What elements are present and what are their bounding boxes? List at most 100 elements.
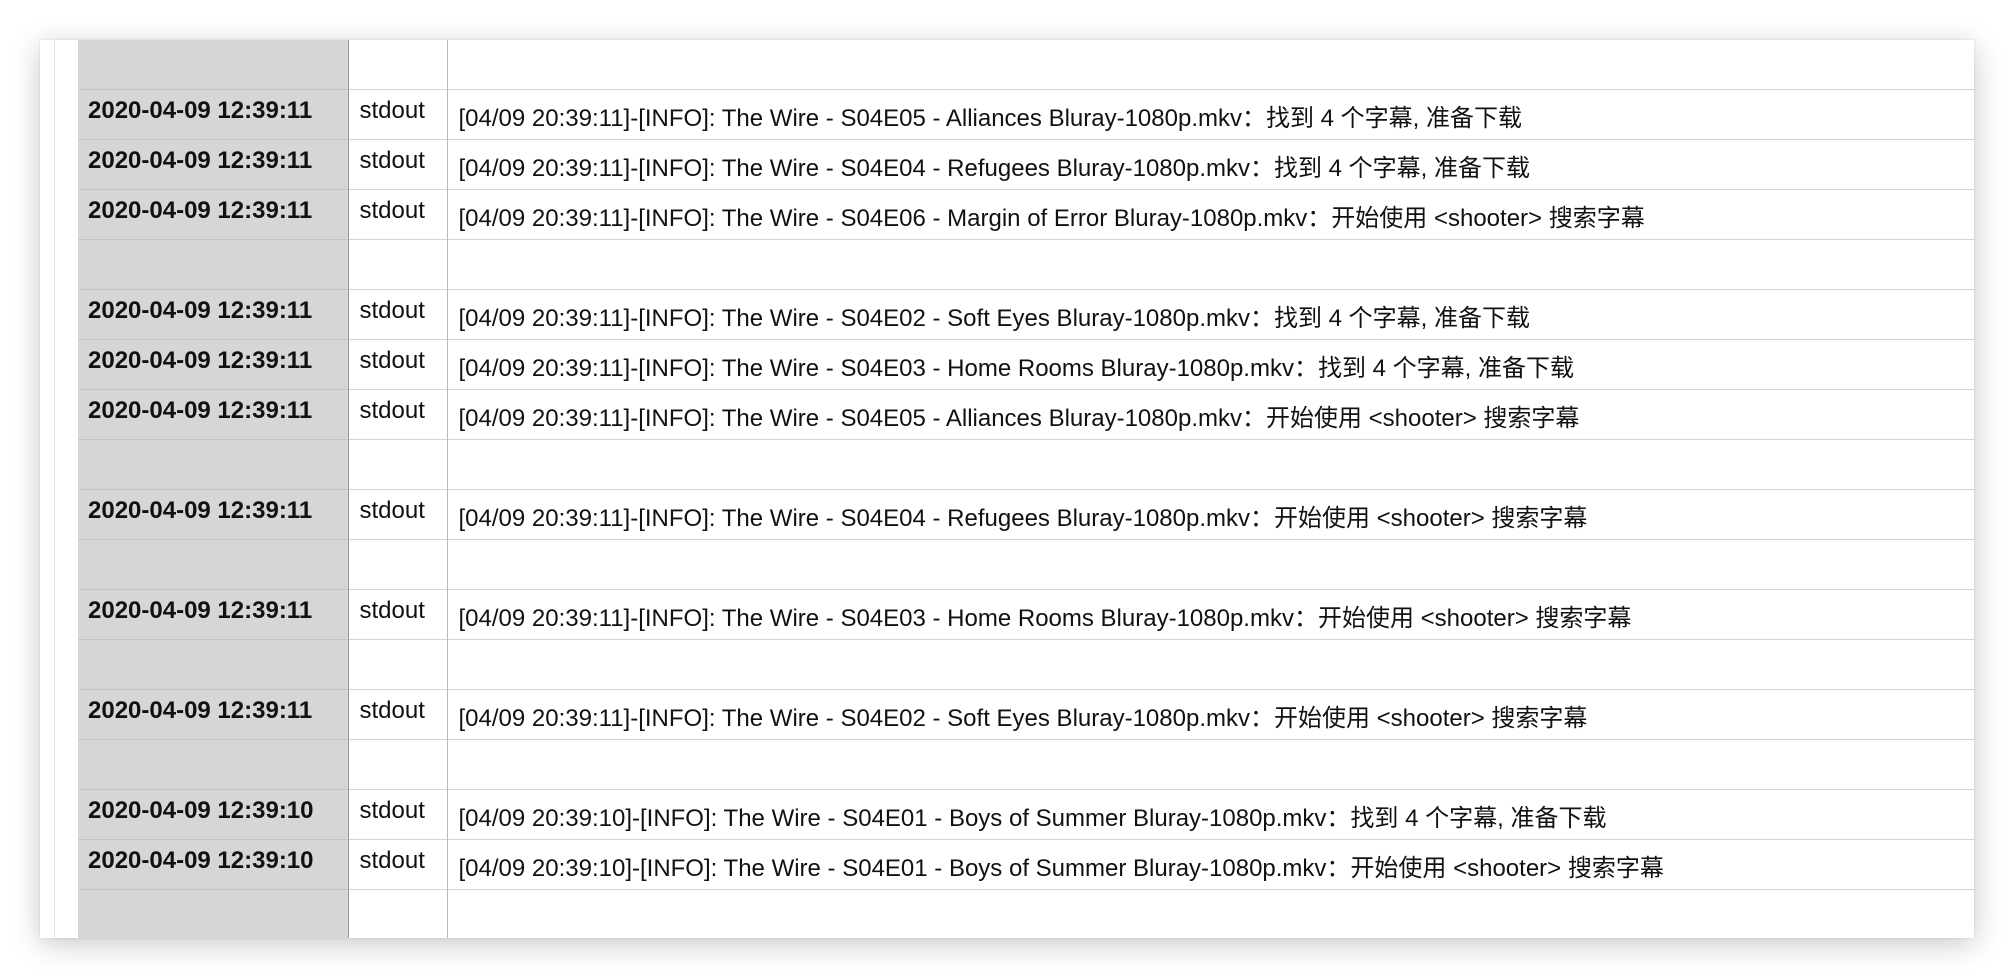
timestamp-cell[interactable]: 2020-04-09 12:39:11 (78, 188, 349, 239)
row-gutter (40, 40, 80, 938)
log-table-body: 2020-04-09 12:39:11 stdout [04/09 20:39:11… (78, 40, 1974, 938)
stream-cell[interactable]: stdout (348, 388, 448, 439)
message-cell[interactable]: [04/09 20:39:11]-[INFO]: The Wire - S04E… (447, 288, 1974, 339)
log-row[interactable]: 2020-04-09 12:39:11 stdout [04/09 20:39:11… (78, 588, 1974, 639)
log-row[interactable] (78, 238, 1974, 289)
message-text: [04/09 20:39:10]-[INFO]: The Wire - S04E… (458, 854, 1664, 882)
stream-cell[interactable]: stdout (348, 88, 448, 139)
log-row[interactable]: 2020-04-09 12:39:10 stdout [04/09 20:39:10… (78, 838, 1974, 889)
stream-cell[interactable]: stdout (348, 188, 448, 239)
stream-cell[interactable] (348, 238, 448, 289)
log-row[interactable]: 2020-04-09 12:39:11 stdout [04/09 20:39:11… (78, 688, 1974, 739)
message-text: [04/09 20:39:11]-[INFO]: The Wire - S04E… (458, 404, 1580, 432)
log-row[interactable] (78, 888, 1974, 938)
timestamp-cell[interactable]: 2020-04-09 12:39:11 (78, 338, 349, 389)
timestamp-cell[interactable]: 2020-04-09 12:39:10 (78, 838, 349, 889)
log-row[interactable]: 2020-04-09 12:39:11 stdout [04/09 20:39:11… (78, 138, 1974, 189)
timestamp-cell[interactable]: 2020-04-09 12:39:11 (78, 488, 349, 539)
message-text: [04/09 20:39:11]-[INFO]: The Wire - S04E… (458, 104, 1523, 132)
message-cell[interactable]: [04/09 20:39:11]-[INFO]: The Wire - S04E… (447, 488, 1974, 539)
timestamp-text: 2020-04-09 12:39:11 (88, 697, 313, 724)
log-row[interactable] (78, 538, 1974, 589)
log-row[interactable]: 2020-04-09 12:39:10 stdout [04/09 20:39:10… (78, 788, 1974, 839)
message-text: [04/09 20:39:11]-[INFO]: The Wire - S04E… (458, 204, 1645, 232)
timestamp-cell[interactable] (78, 538, 349, 589)
log-row[interactable] (78, 638, 1974, 689)
timestamp-cell[interactable]: 2020-04-09 12:39:11 (78, 688, 349, 739)
message-cell[interactable]: [04/09 20:39:11]-[INFO]: The Wire - S04E… (447, 688, 1974, 739)
log-row[interactable]: 2020-04-09 12:39:11 stdout [04/09 20:39:11… (78, 488, 1974, 539)
log-row[interactable]: 2020-04-09 12:39:11 stdout [04/09 20:39:11… (78, 88, 1974, 139)
log-row[interactable] (78, 438, 1974, 489)
stream-cell[interactable]: stdout (348, 288, 448, 339)
message-cell[interactable]: [04/09 20:39:10]-[INFO]: The Wire - S04E… (447, 838, 1974, 889)
message-cell[interactable]: [04/09 20:39:10]-[INFO]: The Wire - S04E… (447, 788, 1974, 839)
stream-text: stdout (359, 497, 425, 524)
message-cell[interactable]: [04/09 20:39:11]-[INFO]: The Wire - S04E… (447, 188, 1974, 239)
message-cell[interactable]: [04/09 20:39:11]-[INFO]: The Wire - S04E… (447, 138, 1974, 189)
message-cell[interactable]: [04/09 20:39:11]-[INFO]: The Wire - S04E… (447, 88, 1974, 139)
timestamp-cell[interactable]: 2020-04-09 12:39:11 (78, 88, 349, 139)
stream-text: stdout (359, 847, 425, 874)
message-cell[interactable] (447, 738, 1974, 789)
stream-cell[interactable] (348, 40, 448, 89)
message-cell[interactable]: [04/09 20:39:11]-[INFO]: The Wire - S04E… (447, 388, 1974, 439)
log-row[interactable]: 2020-04-09 12:39:11 stdout [04/09 20:39:11… (78, 188, 1974, 239)
timestamp-cell[interactable] (78, 888, 349, 938)
timestamp-cell[interactable]: 2020-04-09 12:39:11 (78, 288, 349, 339)
timestamp-cell[interactable] (78, 438, 349, 489)
log-row[interactable]: 2020-04-09 12:39:11 stdout [04/09 20:39:11… (78, 338, 1974, 389)
stream-cell[interactable] (348, 438, 448, 489)
gutter-divider (54, 40, 55, 938)
stream-cell[interactable]: stdout (348, 688, 448, 739)
log-row[interactable]: 2020-04-09 12:39:11 stdout [04/09 20:39:11… (78, 388, 1974, 439)
stream-text: stdout (359, 297, 425, 324)
timestamp-text: 2020-04-09 12:39:11 (88, 97, 313, 124)
log-row[interactable]: 2020-04-09 12:39:11 stdout [04/09 20:39:11… (78, 288, 1974, 339)
stream-cell[interactable]: stdout (348, 838, 448, 889)
timestamp-text: 2020-04-09 12:39:10 (88, 847, 314, 874)
timestamp-cell[interactable]: 2020-04-09 12:39:11 (78, 588, 349, 639)
timestamp-text: 2020-04-09 12:39:11 (88, 197, 313, 224)
stream-cell[interactable]: stdout (348, 588, 448, 639)
message-cell[interactable] (447, 438, 1974, 489)
log-row[interactable] (78, 40, 1974, 89)
message-text: [04/09 20:39:11]-[INFO]: The Wire - S04E… (458, 504, 1588, 532)
stream-text: stdout (359, 797, 425, 824)
timestamp-cell[interactable] (78, 638, 349, 689)
stream-cell[interactable] (348, 538, 448, 589)
message-cell[interactable]: [04/09 20:39:11]-[INFO]: The Wire - S04E… (447, 338, 1974, 389)
stream-cell[interactable]: stdout (348, 488, 448, 539)
stream-text: stdout (359, 397, 425, 424)
timestamp-cell[interactable]: 2020-04-09 12:39:10 (78, 788, 349, 839)
stream-cell[interactable] (348, 638, 448, 689)
timestamp-text: 2020-04-09 12:39:11 (88, 397, 313, 424)
log-row[interactable] (78, 738, 1974, 789)
log-table: 2020-04-09 12:39:11 stdout [04/09 20:39:11… (78, 40, 1974, 938)
message-cell[interactable]: [04/09 20:39:11]-[INFO]: The Wire - S04E… (447, 588, 1974, 639)
timestamp-text: 2020-04-09 12:39:11 (88, 597, 313, 624)
stream-cell[interactable]: stdout (348, 338, 448, 389)
message-cell[interactable] (447, 538, 1974, 589)
message-text: [04/09 20:39:11]-[INFO]: The Wire - S04E… (458, 304, 1531, 332)
timestamp-cell[interactable] (78, 738, 349, 789)
timestamp-cell[interactable] (78, 40, 349, 89)
timestamp-text: 2020-04-09 12:39:11 (88, 147, 313, 174)
stream-text: stdout (359, 97, 425, 124)
stream-cell[interactable] (348, 738, 448, 789)
stream-cell[interactable] (348, 888, 448, 938)
message-cell[interactable] (447, 638, 1974, 689)
stream-text: stdout (359, 347, 425, 374)
timestamp-cell[interactable]: 2020-04-09 12:39:11 (78, 138, 349, 189)
message-cell[interactable] (447, 888, 1974, 938)
message-text: [04/09 20:39:11]-[INFO]: The Wire - S04E… (458, 604, 1632, 632)
message-cell[interactable] (447, 238, 1974, 289)
stream-cell[interactable]: stdout (348, 138, 448, 189)
timestamp-text: 2020-04-09 12:39:11 (88, 497, 313, 524)
timestamp-cell[interactable] (78, 238, 349, 289)
stream-cell[interactable]: stdout (348, 788, 448, 839)
stream-text: stdout (359, 697, 425, 724)
message-cell[interactable] (447, 40, 1974, 89)
message-text: [04/09 20:39:10]-[INFO]: The Wire - S04E… (458, 804, 1607, 832)
timestamp-cell[interactable]: 2020-04-09 12:39:11 (78, 388, 349, 439)
